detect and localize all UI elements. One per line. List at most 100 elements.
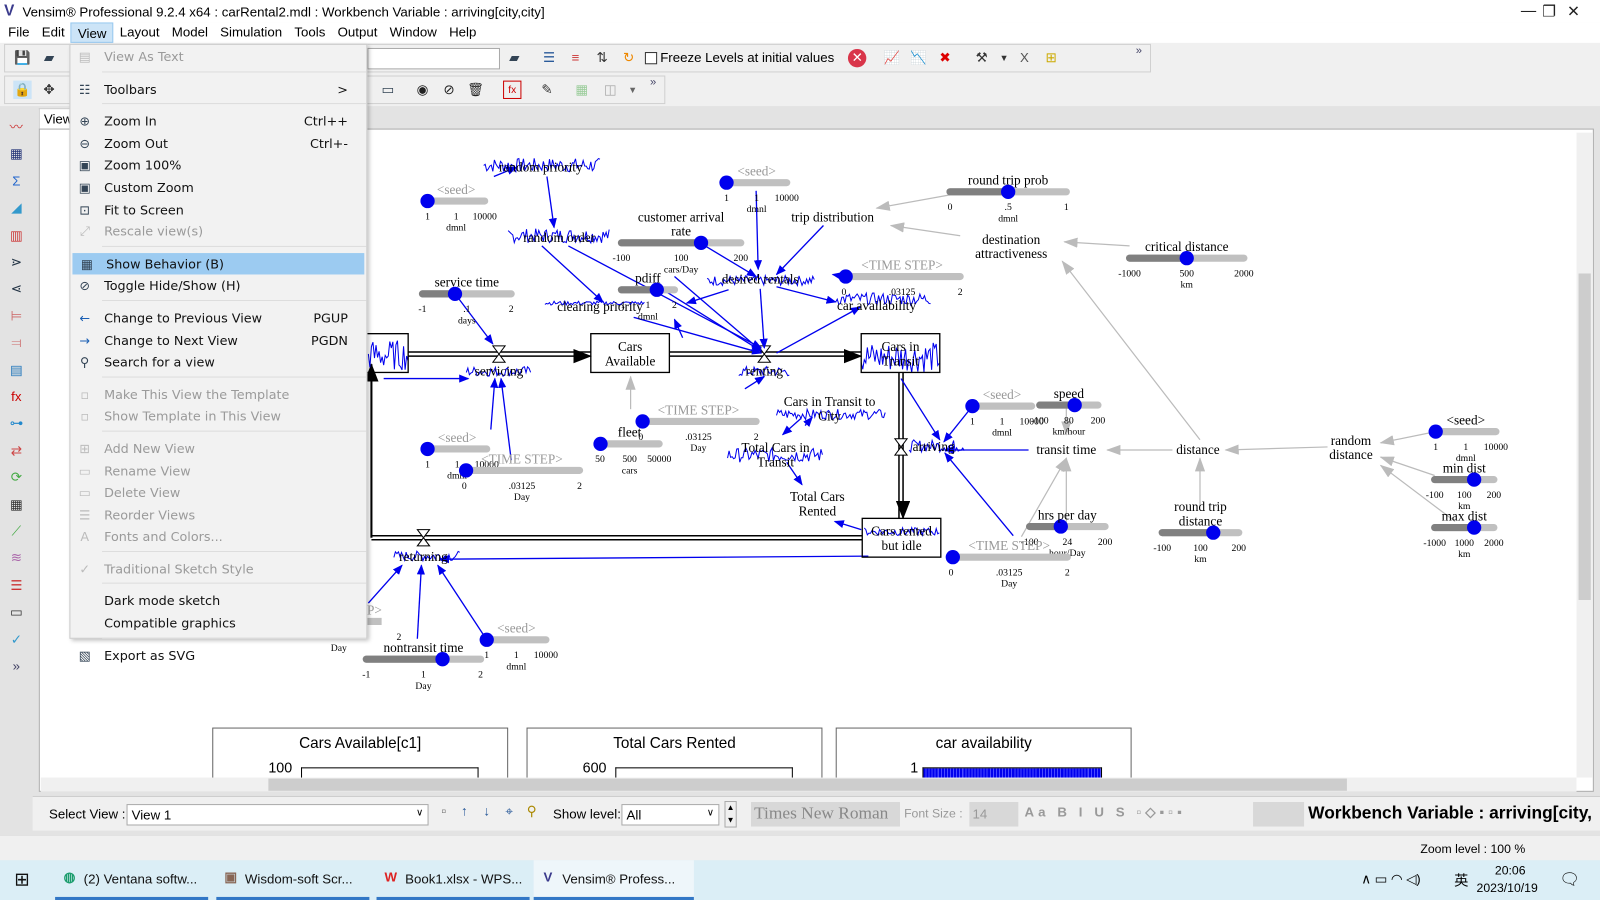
comment-icon[interactable]: ▭: [379, 81, 397, 99]
menu-item-make-this-view-the-template[interactable]: ▫ Make This View the Template: [70, 383, 366, 405]
table-icon[interactable]: ◫: [601, 81, 619, 99]
pin-icon[interactable]: ⌖: [500, 802, 518, 820]
menu-view[interactable]: View: [70, 22, 114, 43]
variable-cars-in-transit-to-city[interactable]: City: [818, 408, 841, 423]
menu-item-fit-to-screen[interactable]: ⊡ Fit to Screen: [70, 199, 366, 221]
variable-total-cars-rented[interactable]: Total Cars: [790, 489, 845, 504]
equation-fx-icon[interactable]: fx: [503, 80, 522, 99]
trash-icon[interactable]: 🗑: [466, 81, 484, 99]
variable-random-priority[interactable]: random priority: [499, 159, 583, 174]
causes-tree-icon[interactable]: ⋗: [7, 253, 25, 271]
graph-edit-icon[interactable]: 📉: [909, 49, 927, 67]
menu-item-custom-zoom[interactable]: ▣ Custom Zoom: [70, 176, 366, 198]
slider-handle[interactable]: [420, 193, 435, 209]
taskbar-app-wps[interactable]: W Book1.xlsx - WPS...: [376, 860, 530, 900]
vertical-scroll-thumb[interactable]: [1578, 273, 1591, 600]
menu-item-zoom-100[interactable]: ▣ Zoom 100%: [70, 154, 366, 176]
menu-item-toolbars[interactable]: ☷ Toolbars >: [70, 78, 366, 100]
variable-distance[interactable]: distance: [1176, 442, 1220, 457]
table-tool-icon[interactable]: ▦: [7, 145, 25, 163]
menu-item-rescale-view-s[interactable]: ⤢ Rescale view(s): [70, 221, 366, 243]
variable-returning[interactable]: returning: [399, 549, 448, 564]
menu-item-toggle-hide-show-h[interactable]: ⊘ Toggle Hide/Show (H): [70, 275, 366, 297]
set-icon[interactable]: ≡: [566, 49, 584, 67]
check-units-icon[interactable]: ✓: [7, 630, 25, 648]
variable-car-availability[interactable]: car availability: [837, 298, 916, 313]
variable-trip-distribution[interactable]: trip distribution: [791, 209, 874, 224]
slider-speed[interactable]: speed -100 80 200 km/hour: [1031, 386, 1105, 438]
variable-total-cars-in-transit[interactable]: Transit: [757, 454, 794, 469]
sum-tool-icon[interactable]: Σ: [7, 172, 25, 190]
uses-strip-icon[interactable]: ⫤: [7, 334, 25, 352]
slider-seed-1[interactable]: <seed> 1 1 10000 dmnl: [420, 182, 497, 234]
font-name-field[interactable]: Times New Roman: [751, 802, 900, 827]
move-down-icon[interactable]: ↓: [478, 802, 496, 820]
slider-nontransit-time[interactable]: nontransit time -1 1 2 Day: [362, 640, 485, 692]
slider-customer-arrival-rate[interactable]: customer arrivalrate -100 100 200 cars/Day: [613, 209, 749, 275]
menu-output[interactable]: Output: [331, 22, 383, 42]
menu-item-show-behavior-b[interactable]: ▦ Show Behavior (B): [72, 252, 365, 275]
slider-handle[interactable]: [420, 441, 435, 457]
menu-item-change-to-previous-view[interactable]: ← Change to Previous View PGUP: [70, 307, 366, 329]
uses-tree-icon[interactable]: ⋖: [7, 280, 25, 298]
gantt-icon[interactable]: ☰: [7, 576, 25, 594]
menu-item-zoom-out[interactable]: ⊖ Zoom Out Ctrl+-: [70, 132, 366, 154]
menu-file[interactable]: File: [2, 22, 36, 42]
reset-icon[interactable]: ☰: [540, 49, 558, 67]
slider-handle[interactable]: [593, 436, 608, 452]
variable-servicing[interactable]: servicing: [475, 364, 524, 379]
slider-max-dist[interactable]: max dist -1000 1000 2000 km: [1423, 508, 1503, 560]
menu-simulation[interactable]: Simulation: [214, 22, 288, 42]
open-folder-icon[interactable]: ▰: [40, 49, 58, 67]
graph-pen-icon[interactable]: ✎: [538, 81, 556, 99]
variable-random-distance[interactable]: random: [1331, 433, 1372, 448]
slider-round-trip-distance[interactable]: round tripdistance -100 100 200 km: [1153, 499, 1246, 565]
table-time-icon[interactable]: ▦: [7, 495, 25, 513]
menu-item-add-new-view[interactable]: ⊞ Add New View: [70, 438, 366, 460]
menu-tools[interactable]: Tools: [288, 22, 331, 42]
graph-tool-icon[interactable]: 〰: [7, 118, 25, 136]
show-level-dropdown[interactable]: All ∨: [621, 804, 720, 826]
level-spinner[interactable]: ▲ ▼: [724, 801, 737, 828]
menu-model[interactable]: Model: [166, 22, 214, 42]
browse-folder-icon[interactable]: ▰: [505, 49, 523, 67]
equation-tool-icon[interactable]: fx: [7, 388, 25, 406]
menu-item-delete-view[interactable]: ▭ Delete View: [70, 482, 366, 504]
bar-graph-icon[interactable]: ▥: [7, 226, 25, 244]
close-button[interactable]: ✕: [1553, 2, 1594, 20]
save-icon[interactable]: 💾: [13, 49, 31, 67]
cycle-icon[interactable]: ⟳: [7, 469, 25, 487]
menu-help[interactable]: Help: [443, 22, 483, 42]
slider-fleet[interactable]: fleet50 500 50000cars: [593, 425, 671, 477]
move-icon[interactable]: ✥: [40, 81, 58, 99]
text-output-icon[interactable]: ▭: [7, 603, 25, 621]
menu-item-export-as-svg[interactable]: ▧ Export as SVG: [70, 645, 366, 667]
sync-icon[interactable]: ↻: [619, 49, 637, 67]
chart-icon[interactable]: ▦: [572, 81, 590, 99]
menu-item-fonts-and-colors[interactable]: A Fonts and Colors...: [70, 526, 366, 548]
move-up-icon[interactable]: ↑: [455, 802, 473, 820]
compare-icon[interactable]: ⇄: [7, 442, 25, 460]
slider-min-dist[interactable]: min dist-100 100 200km: [1426, 460, 1501, 512]
slider-seed-6[interactable]: <seed> 1 1 10000 dmnl: [479, 621, 559, 673]
slider-handle[interactable]: [945, 549, 960, 565]
slider-handle[interactable]: [838, 269, 853, 284]
taskbar-app-screen-recorder[interactable]: ▣ Wisdom-soft Scr...: [216, 860, 370, 900]
graph-delete-icon[interactable]: ✖: [936, 49, 954, 67]
menu-edit[interactable]: Edit: [36, 22, 71, 42]
select-view-dropdown[interactable]: View 1 ∨: [126, 804, 429, 826]
slider-time-step-1[interactable]: <TIME STEP> 0 .03125 2: [838, 257, 964, 298]
color-dropdown[interactable]: [1253, 802, 1305, 827]
new-view-icon[interactable]: ▫: [435, 802, 453, 820]
menu-item-view-as-text[interactable]: ▤ View As Text: [70, 46, 366, 68]
slider-handle[interactable]: [479, 632, 494, 647]
tree-icon[interactable]: ⊞: [1042, 49, 1060, 67]
variable-desired-rentals[interactable]: desired rentals: [722, 272, 799, 287]
menu-item-show-template-in-this-view[interactable]: ▫ Show Template in This View: [70, 405, 366, 427]
windows-start-icon[interactable]: ⊞: [14, 869, 29, 890]
show-eye-icon[interactable]: ◉: [413, 81, 431, 99]
subscript-icon[interactable]: X: [1015, 49, 1033, 67]
variable-clearing-priority[interactable]: clearing priority: [557, 299, 643, 314]
variable-cars-in-transit-to-city[interactable]: Cars in Transit to: [784, 394, 876, 409]
variable-random-order[interactable]: random order: [523, 230, 595, 245]
